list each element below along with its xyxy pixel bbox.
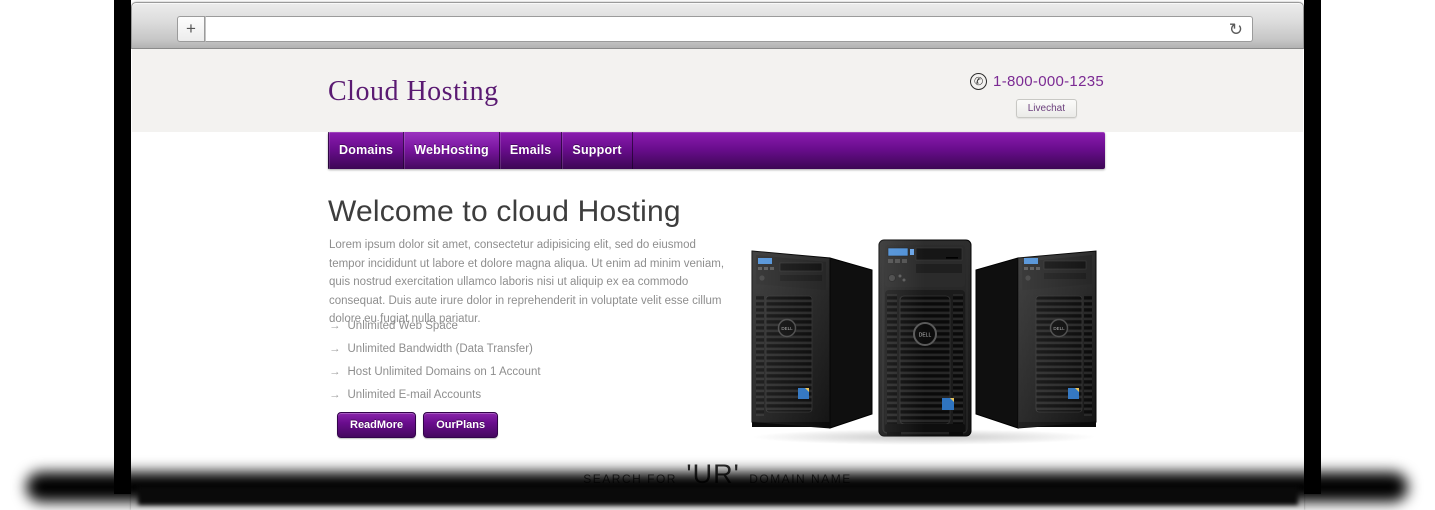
feature-item: → Unlimited E-mail Accounts — [329, 384, 541, 407]
plus-icon: + — [186, 19, 196, 38]
our-plans-button[interactable]: OurPlans — [423, 412, 498, 438]
feature-label: Unlimited E-mail Accounts — [348, 389, 482, 401]
main-nav: Domains WebHosting Emails Support — [328, 132, 1105, 169]
address-row: + ↻ — [177, 16, 1253, 42]
nav-item-webhosting[interactable]: WebHosting — [403, 132, 499, 169]
browser-window: + ↻ Cloud Hosting ✆ 1-800-000-1235 Livec… — [131, 2, 1304, 510]
phone-icon: ✆ — [970, 73, 987, 90]
nav-item-domains[interactable]: Domains — [328, 132, 403, 169]
feature-item: → Unlimited Web Space — [329, 315, 541, 338]
site-header — [132, 49, 1303, 132]
address-bar[interactable]: ↻ — [205, 16, 1253, 42]
phone-contact: ✆ 1-800-000-1235 — [970, 73, 1104, 90]
browser-chrome: + ↻ — [131, 2, 1304, 49]
livechat-button[interactable]: Livechat — [1016, 99, 1077, 118]
server-tower-left: DELL — [752, 251, 872, 428]
nav-item-emails[interactable]: Emails — [499, 132, 562, 169]
nav-item-support[interactable]: Support — [561, 132, 632, 169]
feature-item: → Host Unlimited Domains on 1 Account — [329, 361, 541, 384]
nav-label: WebHosting — [414, 143, 489, 157]
server-tower-center: DELL — [879, 240, 971, 436]
phone-number: 1-800-000-1235 — [993, 73, 1104, 90]
read-more-button[interactable]: ReadMore — [337, 412, 416, 438]
server-towers-image: DELL — [746, 238, 1102, 446]
webpage: Cloud Hosting ✆ 1-800-000-1235 Livechat … — [132, 49, 1303, 510]
site-logo[interactable]: Cloud Hosting — [328, 76, 499, 108]
cta-row: ReadMore OurPlans — [337, 412, 498, 438]
arrow-icon: → — [329, 343, 341, 355]
screenshot-stage: + ↻ Cloud Hosting ✆ 1-800-000-1235 Livec… — [0, 0, 1435, 510]
arrow-icon: → — [329, 320, 341, 332]
arrow-icon: → — [329, 366, 341, 378]
feature-label: Unlimited Web Space — [348, 320, 458, 332]
screen-bezel-left — [114, 0, 131, 494]
bottom-shadow-core — [138, 486, 1298, 505]
page-title: Welcome to cloud Hosting — [328, 195, 681, 229]
nav-label: Domains — [339, 143, 393, 157]
arrow-icon: → — [329, 389, 341, 401]
address-bar-input[interactable] — [215, 21, 1229, 38]
new-tab-button[interactable]: + — [177, 16, 205, 42]
feature-label: Host Unlimited Domains on 1 Account — [348, 366, 541, 378]
nav-label: Emails — [510, 143, 552, 157]
nav-label: Support — [572, 143, 621, 157]
server-tower-right: DELL — [976, 251, 1096, 428]
screen-bezel-right — [1304, 0, 1321, 494]
reload-icon[interactable]: ↻ — [1229, 21, 1243, 38]
feature-label: Unlimited Bandwidth (Data Transfer) — [348, 343, 533, 355]
feature-item: → Unlimited Bandwidth (Data Transfer) — [329, 338, 541, 361]
features-list: → Unlimited Web Space → Unlimited Bandwidt… — [329, 315, 541, 407]
